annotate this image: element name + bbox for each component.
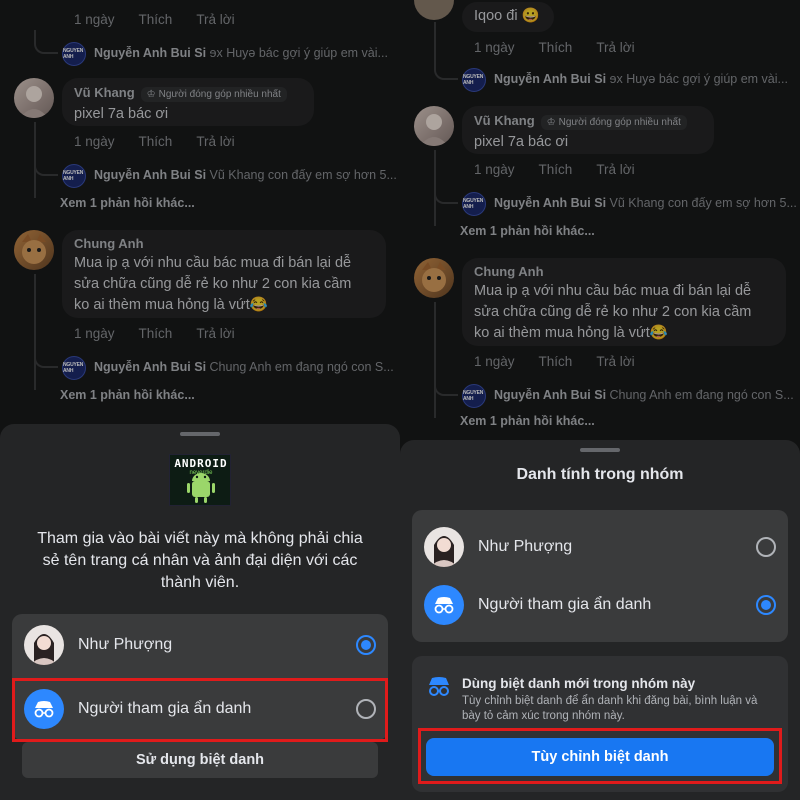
option-label: Như Phượng bbox=[78, 636, 173, 653]
right-screen: Iqoo đi 😀 1 ngày Thích Trả lời NGUYEN AN… bbox=[400, 0, 800, 800]
sheet-title: Danh tính trong nhóm bbox=[516, 466, 684, 483]
identity-options: Như Phượng Người tham gia ẩn danh bbox=[412, 510, 788, 642]
option-personal[interactable]: Như Phượng bbox=[12, 616, 388, 674]
info-description: Tùy chỉnh biệt danh để ẩn danh khi đăng … bbox=[462, 695, 758, 722]
option-anonymous[interactable]: Người tham gia ẩn danh bbox=[12, 680, 388, 738]
use-nickname-button[interactable]: Sử dụng biệt danh bbox=[22, 742, 378, 778]
left-screen: 1 ngày Thích Trả lời NGUYEN ANH Nguyễn A… bbox=[0, 0, 400, 800]
radio-unselected[interactable] bbox=[756, 537, 776, 557]
option-label: Như Phượng bbox=[478, 538, 573, 555]
radio-unselected[interactable] bbox=[356, 699, 376, 719]
radio-selected[interactable] bbox=[356, 635, 376, 655]
customize-nickname-button[interactable]: Tùy chỉnh biệt danh bbox=[426, 738, 774, 776]
sheet-handle[interactable] bbox=[580, 448, 620, 452]
group-logo: ANDROID neverdie bbox=[169, 454, 231, 506]
option-personal[interactable]: Như Phượng bbox=[412, 518, 788, 576]
android-icon bbox=[187, 473, 215, 503]
profile-avatar bbox=[24, 625, 64, 665]
sheet-description: Tham gia vào bài viết này mà không phải … bbox=[37, 530, 363, 591]
option-label: Người tham gia ẩn danh bbox=[478, 596, 652, 613]
option-anonymous[interactable]: Người tham gia ẩn danh bbox=[412, 576, 788, 634]
anonymous-icon bbox=[424, 585, 464, 625]
info-title: Dùng biệt danh mới trong nhóm này bbox=[462, 676, 696, 691]
anonymous-icon bbox=[429, 677, 449, 696]
radio-selected[interactable] bbox=[756, 595, 776, 615]
profile-avatar bbox=[424, 527, 464, 567]
anonymous-icon bbox=[24, 689, 64, 729]
identity-options: Như Phượng Người tham gia ẩn danh bbox=[12, 614, 388, 740]
option-label: Người tham gia ẩn danh bbox=[78, 700, 252, 717]
sheet-handle[interactable] bbox=[180, 432, 220, 436]
